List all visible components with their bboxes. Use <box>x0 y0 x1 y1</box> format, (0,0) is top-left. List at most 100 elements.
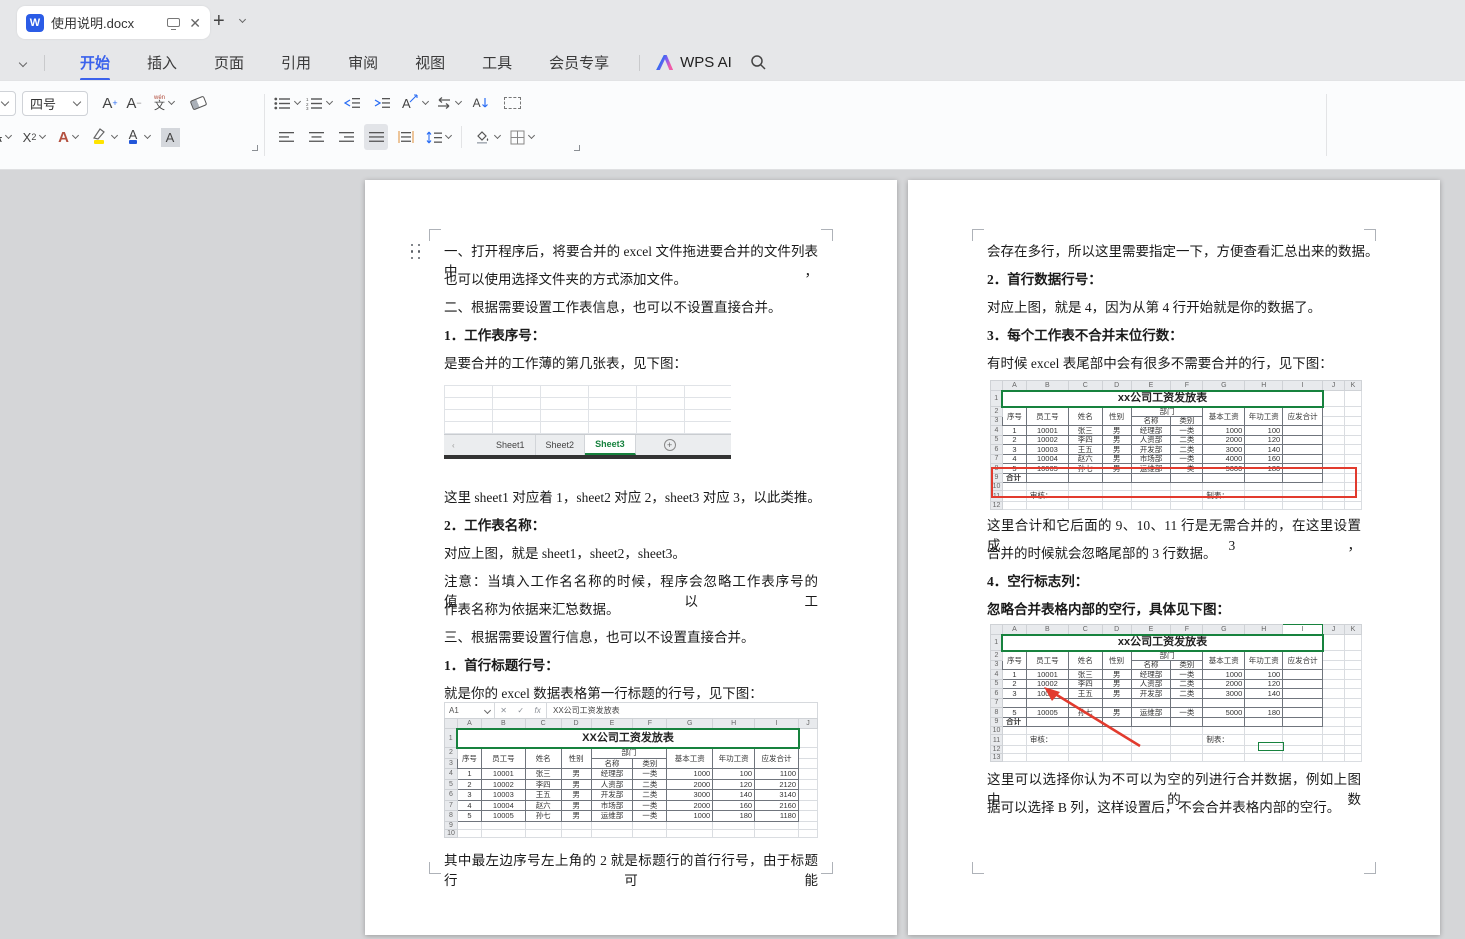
align-center-icon <box>309 131 324 143</box>
border-grid-icon <box>510 130 525 145</box>
paragraph-drag-handle[interactable] <box>411 244 421 260</box>
bullet-list-button[interactable] <box>274 90 300 116</box>
menu-tools[interactable]: 工具 <box>480 46 514 79</box>
doc-heading: 3．每个工作表不合并末位行数： <box>987 324 1361 344</box>
doc-line: 会存在多行，所以这里需要指定一下，方便查看汇总出来的数据。 <box>987 240 1361 260</box>
increase-indent-button[interactable] <box>370 90 394 116</box>
page-1[interactable]: 一、打开程序后，将要合并的 excel 文件拖进要合并的文件列表中， 也可以使用… <box>365 180 897 935</box>
highlight-pen-icon <box>90 127 108 140</box>
sheet-tab-2: Sheet2 <box>536 435 586 455</box>
crop-mark <box>821 862 833 874</box>
superscript-button[interactable]: X2 <box>22 124 46 150</box>
numbered-list-icon: 123 <box>306 97 323 110</box>
excel-table: ABCDEFGHIJK1xx公司工资发放表2序号员工号姓名性别部门基本工资年功工… <box>990 624 1362 762</box>
sheet-nav-arrows: ‹ <box>444 435 486 455</box>
shading-button[interactable] <box>474 124 500 150</box>
crop-mark <box>429 229 441 241</box>
direction-arrows-icon <box>409 94 419 104</box>
distribute-button[interactable] <box>394 124 418 150</box>
wordart-icon: A <box>58 129 69 146</box>
doc-line: 二、根据需要设置工作表信息，也可以不设置直接合并。 <box>444 296 818 316</box>
clear-format-button[interactable] <box>186 90 210 116</box>
search-icon[interactable] <box>750 54 767 71</box>
justify-button[interactable] <box>364 124 388 150</box>
decrease-indent-button[interactable] <box>340 90 364 116</box>
wps-ai-button[interactable]: WPS AI <box>680 54 732 71</box>
doc-heading: 2．首行数据行号： <box>987 268 1361 288</box>
document-title: 使用说明.docx <box>51 13 167 32</box>
menu-home[interactable]: 开始 <box>78 46 112 79</box>
svg-text:3: 3 <box>306 106 309 110</box>
doc-line: 三、根据需要设置行信息，也可以不设置直接合并。 <box>444 626 818 646</box>
shrink-font-button[interactable]: A− <box>122 90 146 116</box>
collapse-ribbon-icon[interactable] <box>19 58 27 66</box>
monitor-icon[interactable] <box>167 18 180 27</box>
font-size-select[interactable]: 四号 <box>22 91 88 116</box>
doc-heading: 2．工作表名称： <box>444 514 818 534</box>
justify-icon <box>369 131 384 143</box>
sheet-tab-1: Sheet1 <box>486 435 536 455</box>
swap-arrows-icon <box>436 97 452 109</box>
phonetic-guide-button[interactable]: wén文 <box>152 90 176 116</box>
formula-bar: A1 ✕ ✓ fx XX公司工资发放表 <box>444 702 818 718</box>
figure-excel-tail-rows[interactable]: ABCDEFGHIJK1xx公司工资发放表2序号员工号姓名性别部门基本工资年功工… <box>990 380 1362 496</box>
excel-table: ABCDEFGHIJ1XX公司工资发放表2序号员工号姓名性别部门基本工资年功工资… <box>444 718 818 838</box>
doc-line: 这里 sheet1 对应着 1，sheet2 对应 2，sheet3 对应 3，… <box>444 486 818 506</box>
bullet-list-icon <box>274 97 291 110</box>
doc-line: 对应上图，就是 4，因为从第 4 行开始就是你的数据了。 <box>987 296 1361 316</box>
text-effects-button[interactable]: A <box>56 124 80 150</box>
distribute-icon <box>398 131 414 143</box>
eraser-icon <box>189 96 207 111</box>
char-shading-button[interactable]: A <box>158 124 182 150</box>
align-center-button[interactable] <box>304 124 328 150</box>
doc-line: 就是你的 excel 数据表格第一行标题的行号，见下图： <box>444 682 818 702</box>
spreadsheet-grid <box>444 385 731 435</box>
menu-reference[interactable]: 引用 <box>279 46 313 79</box>
line-spacing-button[interactable] <box>426 124 451 150</box>
paragraph-group-expand-icon[interactable] <box>574 145 580 151</box>
bucket-icon <box>474 130 491 144</box>
menu-insert[interactable]: 插入 <box>145 46 179 79</box>
menu-view[interactable]: 视图 <box>413 46 447 79</box>
strikethrough-button[interactable]: A <box>0 124 14 150</box>
tab-list-chevron-icon[interactable] <box>239 16 246 23</box>
document-tab[interactable]: W 使用说明.docx ✕ <box>17 6 210 39</box>
menu-member[interactable]: 会员专享 <box>547 46 611 79</box>
highlight-color-swatch <box>94 140 104 144</box>
pinyin-icon: wén文 <box>154 95 165 112</box>
divider <box>264 94 265 156</box>
align-left-icon <box>279 131 294 143</box>
figure-excel-blank-row[interactable]: ABCDEFGHIJK1xx公司工资发放表2序号员工号姓名性别部门基本工资年功工… <box>990 624 1362 754</box>
menu-bar: 开始 插入 页面 引用 审阅 视图 工具 会员专享 WPS AI <box>0 45 1465 80</box>
font-group-expand-icon[interactable] <box>252 145 258 151</box>
align-right-icon <box>339 131 354 143</box>
highlight-button[interactable] <box>90 124 117 150</box>
numbered-list-button[interactable]: 123 <box>306 90 332 116</box>
new-tab-button[interactable]: + <box>213 10 225 33</box>
ribbon-toolbar: 四号 A+ A− wén文 A X2 A A <box>0 80 1465 170</box>
doc-heading: 忽略合并表格内部的空行，具体见下图： <box>987 598 1361 618</box>
formula-value: XX公司工资发放表 <box>547 705 620 716</box>
page-2[interactable]: 会存在多行，所以这里需要指定一下，方便查看汇总出来的数据。 2．首行数据行号： … <box>908 180 1440 935</box>
show-marks-button[interactable] <box>501 90 525 116</box>
text-direction-button[interactable]: A <box>402 90 428 116</box>
align-left-button[interactable] <box>274 124 298 150</box>
menu-review[interactable]: 审阅 <box>346 46 380 79</box>
crop-mark <box>1364 229 1376 241</box>
cancel-icon: ✕ <box>500 706 507 715</box>
crop-mark <box>821 229 833 241</box>
font-name-select[interactable] <box>0 91 16 116</box>
close-icon[interactable]: ✕ <box>189 16 201 30</box>
menu-page[interactable]: 页面 <box>212 46 246 79</box>
wps-writer-logo-icon: W <box>26 14 44 32</box>
borders-button[interactable] <box>510 124 534 150</box>
figure-sheet-tabs[interactable]: ‹ Sheet1 Sheet2 Sheet3 + <box>444 385 731 469</box>
font-color-button[interactable]: A <box>125 124 150 150</box>
figure-excel-title-row[interactable]: A1 ✕ ✓ fx XX公司工资发放表 ABCDEFGHIJ1XX公司工资发放表… <box>444 702 818 840</box>
align-right-button[interactable] <box>334 124 358 150</box>
grow-font-button[interactable]: A+ <box>98 90 122 116</box>
doc-line: 是要合并的工作薄的第几张表，见下图： <box>444 352 818 372</box>
sheet-tab-3-active: Sheet3 <box>585 435 636 455</box>
wrap-settings-button[interactable] <box>436 90 461 116</box>
sort-button[interactable]: A <box>469 90 493 116</box>
